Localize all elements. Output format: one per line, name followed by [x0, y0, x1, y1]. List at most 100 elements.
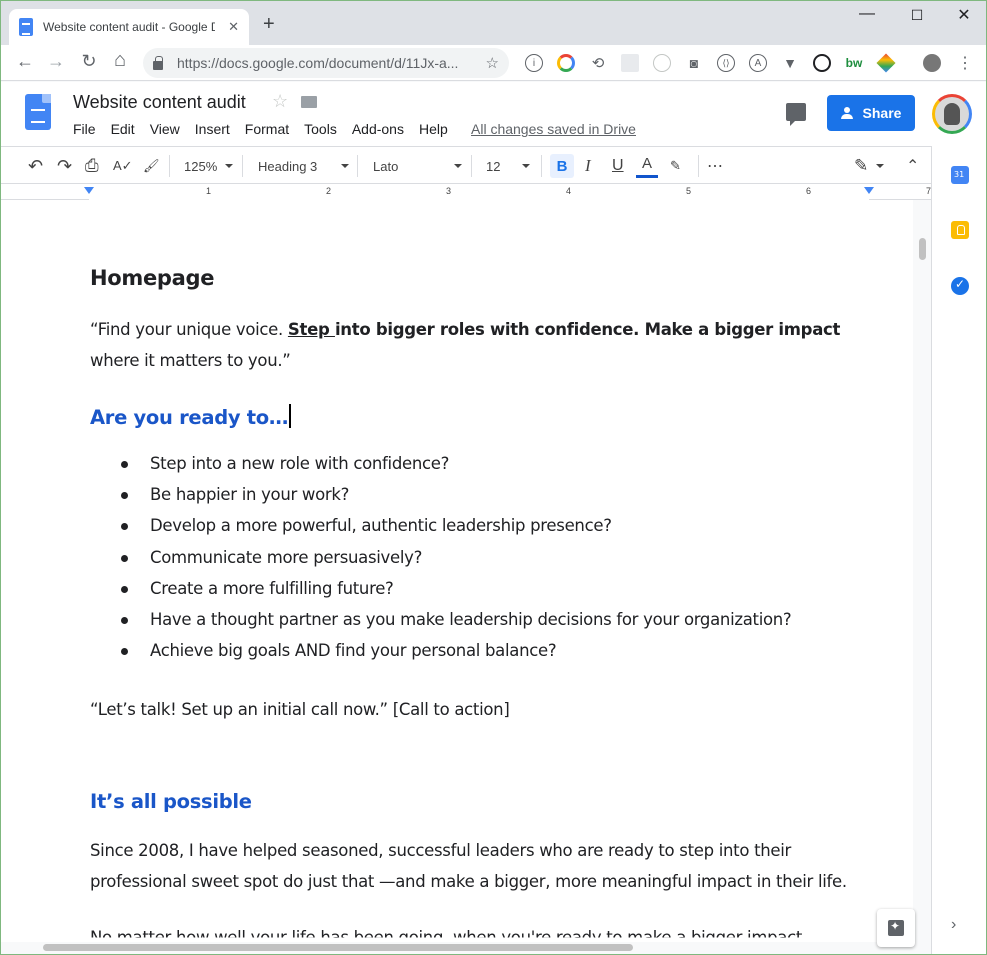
highlight-icon[interactable]: ✎: [670, 156, 681, 176]
list-item: Develop a more powerful, authentic leade…: [121, 510, 791, 541]
chevron-down-icon: [522, 164, 531, 168]
bullet-list: Step into a new role with confidence? Be…: [121, 448, 792, 666]
bold-button[interactable]: B: [550, 154, 574, 178]
menu-dots-icon[interactable]: ⋮: [956, 54, 974, 72]
bookmark-star-icon[interactable]: ☆: [486, 54, 499, 72]
ruler-number: 5: [686, 186, 692, 196]
menu-edit[interactable]: Edit: [111, 121, 135, 137]
vee-icon[interactable]: ▼: [781, 54, 799, 72]
menu-view[interactable]: View: [150, 121, 180, 137]
bw-icon[interactable]: bw: [845, 54, 863, 72]
italic-button[interactable]: I: [585, 156, 591, 176]
profile-icon[interactable]: [923, 54, 941, 72]
grid-icon[interactable]: [621, 54, 639, 72]
document-title[interactable]: Website content audit: [73, 92, 246, 113]
back-button[interactable]: ←: [13, 51, 37, 72]
folder-icon[interactable]: [301, 96, 317, 108]
sync-icon[interactable]: ⟲: [589, 54, 607, 72]
docs-favicon-icon: [19, 18, 33, 36]
code-icon[interactable]: ⟨⟩: [717, 54, 735, 72]
font-select[interactable]: Lato: [373, 156, 463, 176]
address-bar[interactable]: https://docs.google.com/document/d/11Jx-…: [143, 48, 509, 78]
calendar-icon[interactable]: [951, 166, 969, 184]
editing-mode-icon[interactable]: ✎: [854, 156, 885, 176]
style-select[interactable]: Heading 3: [258, 156, 350, 176]
star-icon[interactable]: ☆: [272, 91, 288, 112]
menu-addons[interactable]: Add-ons: [352, 121, 404, 137]
heading-homepage: Homepage: [90, 266, 215, 290]
list-item: Be happier in your work?: [121, 479, 791, 510]
right-indent-marker[interactable]: [864, 187, 874, 194]
comment-icon[interactable]: [786, 103, 806, 126]
toolbar-divider: [357, 155, 358, 177]
text-color-button[interactable]: A: [636, 155, 658, 178]
vertical-scrollbar[interactable]: [914, 200, 931, 942]
a-circle-icon[interactable]: A: [749, 54, 767, 72]
home-button[interactable]: ⌂: [108, 49, 132, 72]
avatar[interactable]: [932, 94, 972, 134]
save-status[interactable]: All changes saved in Drive: [471, 121, 636, 137]
chevron-down-icon: [454, 164, 463, 168]
share-button[interactable]: Share: [827, 95, 915, 131]
horizontal-scrollbar[interactable]: [1, 942, 931, 954]
font-size-value: 12: [486, 158, 501, 174]
underline-button[interactable]: U: [612, 156, 624, 176]
menu-help[interactable]: Help: [419, 121, 448, 137]
person-icon: [840, 107, 855, 119]
keep-icon[interactable]: [951, 221, 969, 239]
list-item: Communicate more persuasively?: [121, 542, 791, 573]
color-wheel-icon[interactable]: [557, 54, 575, 72]
undo-icon[interactable]: ↶: [28, 156, 43, 176]
chevron-right-icon[interactable]: ›: [951, 916, 956, 934]
explore-button[interactable]: [877, 909, 915, 947]
explore-icon: [888, 919, 904, 936]
chevron-down-icon: [225, 164, 234, 168]
scrollbar-thumb[interactable]: [919, 238, 926, 260]
tagline-paragraph: “Find your unique voice. Step into bigge…: [90, 320, 841, 370]
close-window-button[interactable]: ✕: [941, 5, 986, 25]
gem-icon[interactable]: [876, 53, 896, 73]
menu-file[interactable]: File: [73, 121, 96, 137]
ruler-track: 1 2 3 4 5 6 7: [89, 184, 931, 200]
scrollbar-thumb[interactable]: [43, 944, 633, 951]
menu-tools[interactable]: Tools: [304, 121, 337, 137]
browser-tab[interactable]: Website content audit - Google D ✕: [9, 9, 249, 45]
collapse-icon[interactable]: ⌃: [906, 156, 919, 176]
forward-button[interactable]: →: [44, 51, 68, 72]
close-tab-icon[interactable]: ✕: [228, 19, 239, 35]
paint-format-icon[interactable]: 🖌: [143, 156, 160, 176]
more-icon[interactable]: ⋯: [707, 156, 723, 176]
ruler-number: 2: [326, 186, 332, 196]
new-tab-button[interactable]: +: [263, 13, 275, 36]
left-indent-marker[interactable]: [84, 187, 94, 194]
chevron-down-icon: [876, 164, 885, 168]
zoom-select[interactable]: 125%: [184, 156, 234, 176]
document-page[interactable]: Homepage “Find your unique voice. Step i…: [1, 200, 913, 942]
reload-button[interactable]: ↻: [77, 51, 101, 72]
camera-icon[interactable]: ◙: [685, 54, 703, 72]
tasks-icon[interactable]: [951, 277, 969, 295]
docs-header: Website content audit ☆ File Edit View I…: [1, 82, 986, 146]
redo-icon[interactable]: ↷: [57, 156, 72, 176]
list-item: Have a thought partner as you make leade…: [121, 604, 792, 635]
ruler-number: 3: [446, 186, 452, 196]
toolbar-divider: [698, 155, 699, 177]
font-size-select[interactable]: 12: [486, 156, 531, 176]
chevron-down-icon: [341, 164, 350, 168]
docs-logo-icon[interactable]: [25, 94, 51, 130]
text-cursor: [289, 404, 292, 428]
menu-insert[interactable]: Insert: [195, 121, 230, 137]
g-circle-icon[interactable]: [813, 54, 831, 72]
formatting-toolbar: ↶ ↷ ⎙ A✓ 🖌 125% Heading 3 Lato 12 B I U …: [1, 146, 931, 184]
maximize-button[interactable]: ☐: [894, 7, 940, 24]
call-to-action-text: “Let’s talk! Set up an initial call now.…: [90, 700, 510, 719]
list-item: Create a more fulfilling future?: [121, 573, 791, 604]
document-area: Homepage “Find your unique voice. Step i…: [1, 200, 931, 942]
spellcheck-icon[interactable]: A✓: [113, 156, 133, 176]
menu-format[interactable]: Format: [245, 121, 289, 137]
info-icon[interactable]: i: [525, 54, 543, 72]
minimize-button[interactable]: —: [844, 5, 890, 23]
zoom-value: 125%: [184, 158, 218, 174]
print-icon[interactable]: ⎙: [85, 156, 99, 176]
timer-icon[interactable]: [653, 54, 671, 72]
